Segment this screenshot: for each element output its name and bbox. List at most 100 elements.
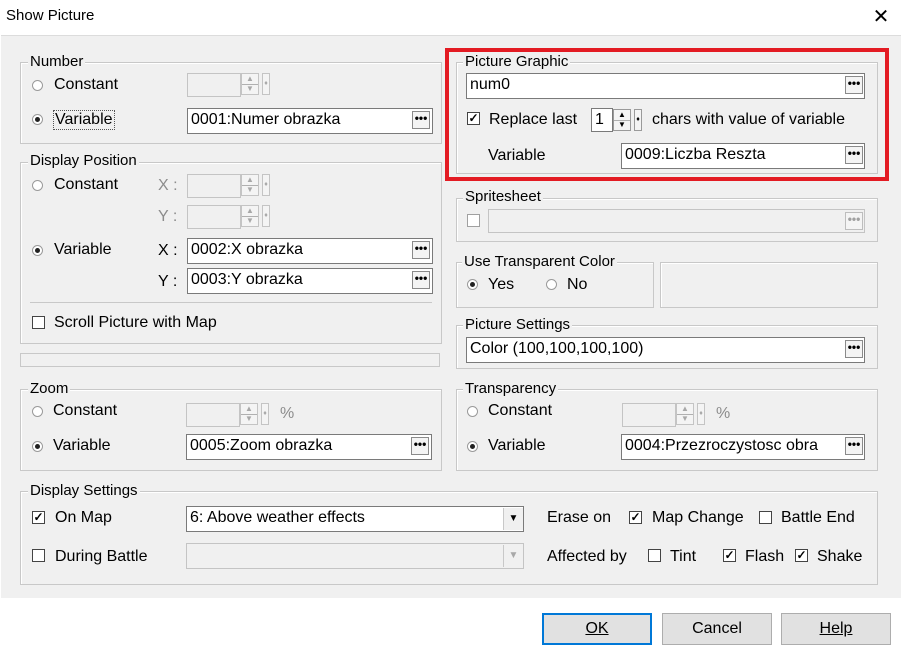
- affected-by-label: Affected by: [547, 548, 627, 565]
- transparent-no-radio[interactable]: [546, 279, 557, 290]
- transparency-constant-radio[interactable]: [467, 406, 478, 417]
- on-map-checkbox[interactable]: ✓: [32, 511, 45, 524]
- spritesheet-browse-button[interactable]: •••: [845, 212, 863, 230]
- transparency-group-label: Transparency: [463, 380, 559, 397]
- position-x-field[interactable]: 0002:X obrazka: [187, 238, 433, 264]
- position-constant-y-input[interactable]: [187, 205, 241, 229]
- number-constant-radio[interactable]: [32, 80, 43, 91]
- transparency-variable-value: 0004:Przezroczystosc obra: [625, 437, 818, 454]
- on-map-label: On Map: [55, 509, 112, 526]
- grip-icon[interactable]: ♦: [262, 73, 270, 95]
- spritesheet-group-label: Spritesheet: [463, 188, 543, 205]
- scroll-with-map-checkbox[interactable]: [32, 316, 45, 329]
- transparency-variable-browse-button[interactable]: •••: [845, 437, 863, 455]
- grip-icon[interactable]: ♦: [261, 403, 269, 425]
- battle-end-checkbox[interactable]: [759, 511, 772, 524]
- spin-down-icon[interactable]: ▼: [242, 185, 258, 195]
- position-constant-y-label: Y :: [158, 208, 178, 225]
- highlight-box: [445, 48, 889, 181]
- zoom-constant-label: Constant: [53, 402, 118, 419]
- flash-label: Flash: [745, 548, 785, 565]
- transparency-constant-label: Constant: [488, 402, 553, 419]
- ok-button-label: OK: [585, 620, 609, 637]
- shake-label: Shake: [817, 548, 863, 565]
- help-button-label: Help: [819, 620, 853, 637]
- spin-down-icon[interactable]: ▼: [242, 216, 258, 226]
- picture-settings-group-label: Picture Settings: [463, 316, 573, 333]
- number-variable-browse-button[interactable]: •••: [412, 111, 430, 129]
- zoom-variable-label: Variable: [53, 437, 111, 454]
- position-y-label: Y :: [158, 273, 178, 290]
- position-constant-x-input[interactable]: [187, 174, 241, 198]
- position-x-label: X :: [158, 242, 178, 259]
- during-battle-label: During Battle: [55, 548, 148, 565]
- transparency-percent-label: %: [716, 405, 731, 422]
- erase-on-label: Erase on: [547, 509, 612, 526]
- display-position-group-label: Display Position: [28, 152, 139, 169]
- position-constant-x-label: X :: [158, 177, 178, 194]
- position-x-value: 0002:X obrazka: [191, 241, 304, 258]
- shake-checkbox[interactable]: ✓: [795, 549, 808, 562]
- position-y-browse-button[interactable]: •••: [412, 271, 430, 289]
- transparency-constant-input[interactable]: [622, 403, 676, 427]
- transparent-yes-label: Yes: [488, 276, 515, 293]
- during-battle-layer-select[interactable]: [186, 543, 524, 569]
- window-title: Show Picture: [6, 7, 95, 24]
- position-variable-radio[interactable]: [32, 245, 43, 256]
- position-constant-x-spinner[interactable]: ▲ ▼: [241, 174, 259, 196]
- picture-settings-field[interactable]: Color (100,100,100,100): [466, 337, 865, 363]
- transparency-constant-spinner[interactable]: ▲ ▼: [676, 403, 694, 425]
- scroll-with-map-label: Scroll Picture with Map: [54, 314, 217, 331]
- grip-icon[interactable]: ♦: [262, 174, 270, 196]
- transparent-color-preview[interactable]: [660, 262, 878, 308]
- spritesheet-checkbox[interactable]: [467, 214, 480, 227]
- transparent-no-label: No: [567, 276, 588, 293]
- transparency-variable-label: Variable: [488, 437, 546, 454]
- spin-down-icon[interactable]: ▼: [677, 414, 693, 424]
- picture-settings-browse-button[interactable]: •••: [845, 340, 863, 358]
- flash-checkbox[interactable]: ✓: [723, 549, 736, 562]
- grip-icon[interactable]: ♦: [697, 403, 705, 425]
- position-constant-label: Constant: [54, 176, 119, 193]
- tint-label: Tint: [670, 548, 697, 565]
- on-map-layer-select[interactable]: 6: Above weather effects: [186, 506, 524, 532]
- zoom-variable-field[interactable]: 0005:Zoom obrazka: [186, 434, 432, 460]
- zoom-constant-input[interactable]: [186, 403, 240, 427]
- tint-checkbox[interactable]: [648, 549, 661, 562]
- map-change-label: Map Change: [652, 509, 744, 526]
- empty-bar: [20, 353, 440, 367]
- zoom-constant-radio[interactable]: [32, 406, 43, 417]
- transparent-yes-radio[interactable]: [467, 279, 478, 290]
- chevron-down-icon[interactable]: ▼: [503, 545, 523, 567]
- number-constant-label: Constant: [54, 76, 119, 93]
- ok-button[interactable]: OK: [542, 613, 652, 645]
- transparent-color-group-label: Use Transparent Color: [462, 253, 617, 270]
- position-x-browse-button[interactable]: •••: [412, 241, 430, 259]
- spritesheet-field[interactable]: [488, 209, 865, 233]
- map-change-checkbox[interactable]: ✓: [629, 511, 642, 524]
- divider: [30, 302, 432, 303]
- spin-down-icon[interactable]: ▼: [242, 84, 258, 94]
- battle-end-label: Battle End: [781, 509, 855, 526]
- position-y-field[interactable]: 0003:Y obrazka: [187, 268, 433, 294]
- help-button[interactable]: Help: [781, 613, 891, 645]
- close-icon[interactable]: ✕: [868, 4, 894, 30]
- chevron-down-icon[interactable]: ▼: [503, 508, 523, 530]
- number-constant-input[interactable]: [187, 73, 241, 97]
- transparency-variable-field[interactable]: 0004:Przezroczystosc obra: [621, 434, 865, 460]
- position-variable-label: Variable: [54, 241, 112, 258]
- cancel-button[interactable]: Cancel: [662, 613, 772, 645]
- position-constant-y-spinner[interactable]: ▲ ▼: [241, 205, 259, 227]
- zoom-constant-spinner[interactable]: ▲ ▼: [240, 403, 258, 425]
- zoom-variable-radio[interactable]: [32, 441, 43, 452]
- number-variable-radio[interactable]: [32, 114, 43, 125]
- spin-down-icon[interactable]: ▼: [241, 414, 257, 424]
- number-variable-value: 0001:Numer obrazka: [191, 111, 341, 128]
- during-battle-checkbox[interactable]: [32, 549, 45, 562]
- transparency-variable-radio[interactable]: [467, 441, 478, 452]
- grip-icon[interactable]: ♦: [262, 205, 270, 227]
- number-variable-field[interactable]: 0001:Numer obrazka: [187, 108, 433, 134]
- position-constant-radio[interactable]: [32, 180, 43, 191]
- number-constant-spinner[interactable]: ▲ ▼: [241, 73, 259, 95]
- zoom-variable-browse-button[interactable]: •••: [411, 437, 429, 455]
